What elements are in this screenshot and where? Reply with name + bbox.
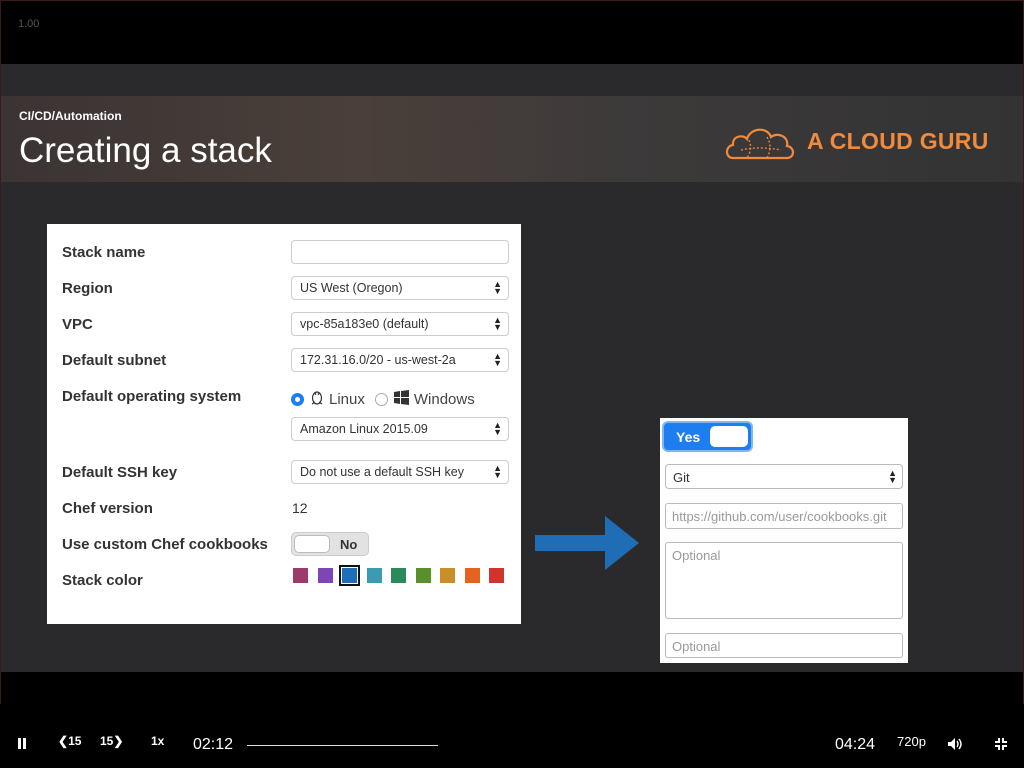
custom-cookbooks-label: Use custom Chef cookbooks bbox=[62, 536, 268, 553]
slide: CI/CD/Automation Creating a stack A CLOU… bbox=[1, 64, 1023, 672]
stack-color-swatch[interactable] bbox=[391, 568, 406, 583]
windows-label: Windows bbox=[413, 390, 475, 408]
stack-name-input[interactable] bbox=[291, 240, 509, 264]
vpc-label: VPC bbox=[62, 316, 93, 333]
playback-speed-button[interactable]: 1x bbox=[151, 734, 164, 748]
windows-icon bbox=[393, 389, 409, 409]
windows-radio[interactable] bbox=[374, 392, 388, 406]
right-arrow-icon bbox=[535, 516, 639, 570]
stack-name-label: Stack name bbox=[62, 244, 146, 261]
ssh-key-value: Do not use a default SSH key bbox=[300, 465, 464, 479]
os-image-value: Amazon Linux 2015.09 bbox=[300, 422, 428, 436]
select-arrows-icon: ▲ ▼ bbox=[493, 279, 502, 296]
chef-version-value: 12 bbox=[292, 500, 308, 516]
linux-penguin-icon bbox=[310, 389, 324, 409]
select-arrows-icon: ▲ ▼ bbox=[493, 315, 502, 332]
chevron-right-icon: ❯ bbox=[113, 734, 124, 748]
region-value: US West (Oregon) bbox=[300, 281, 403, 295]
repo-url-input[interactable]: https://github.com/user/cookbooks.git bbox=[665, 503, 903, 529]
stack-form: Stack name Region US West (Oregon) ▲ ▼ VP… bbox=[47, 224, 521, 624]
ssh-key-textarea[interactable]: Optional bbox=[665, 542, 903, 619]
select-arrows-icon: ▲ ▼ bbox=[888, 468, 897, 485]
subnet-value: 172.31.16.0/20 - us-west-2a bbox=[300, 353, 456, 367]
cookbook-settings-panel: Yes Git ▲ ▼ https://github.com/user/cookb… bbox=[660, 418, 908, 663]
toggle-knob bbox=[294, 535, 330, 553]
skip-forward-button[interactable]: 15❯ bbox=[100, 734, 123, 748]
stack-color-swatch[interactable] bbox=[339, 565, 360, 586]
vpc-select[interactable]: vpc-85a183e0 (default) ▲ ▼ bbox=[291, 312, 509, 336]
stack-color-swatch[interactable] bbox=[317, 568, 333, 583]
linux-label: Linux bbox=[329, 390, 365, 408]
chef-version-label: Chef version bbox=[62, 500, 153, 517]
slide-category: CI/CD/Automation bbox=[19, 109, 122, 123]
vpc-value: vpc-85a183e0 (default) bbox=[300, 317, 429, 331]
stack-color-label: Stack color bbox=[62, 572, 143, 589]
region-label: Region bbox=[62, 280, 113, 297]
logo-text: A CLOUD GURU bbox=[807, 127, 989, 154]
region-select[interactable]: US West (Oregon) ▲ ▼ bbox=[291, 276, 509, 300]
volume-icon[interactable] bbox=[948, 738, 964, 750]
select-arrows-icon: ▲ ▼ bbox=[493, 351, 502, 368]
linux-radio[interactable] bbox=[291, 392, 304, 406]
toggle-state: No bbox=[340, 537, 358, 552]
skip-back-button[interactable]: ❮15 bbox=[58, 734, 81, 748]
custom-cookbooks-toggle[interactable]: No bbox=[291, 532, 369, 556]
quality-button[interactable]: 720p bbox=[897, 734, 926, 749]
branch-input[interactable]: Optional bbox=[665, 633, 903, 658]
zoom-level: 1.00 bbox=[18, 18, 40, 30]
repo-type-value: Git bbox=[673, 470, 690, 485]
toggle-knob bbox=[710, 426, 748, 447]
pause-icon[interactable] bbox=[17, 738, 27, 749]
cookbooks-yes-toggle[interactable]: Yes bbox=[664, 423, 751, 450]
progress-bar[interactable] bbox=[247, 745, 438, 746]
chevron-left-icon: ❮ bbox=[58, 734, 69, 748]
stack-color-swatches bbox=[293, 565, 514, 586]
stack-color-swatch[interactable] bbox=[415, 568, 431, 583]
current-time: 02:12 bbox=[193, 736, 234, 753]
brand-logo: A CLOUD GURU bbox=[723, 118, 995, 164]
stack-color-swatch[interactable] bbox=[366, 568, 382, 583]
subnet-label: Default subnet bbox=[62, 352, 167, 369]
os-image-select[interactable]: Amazon Linux 2015.09 ▲ ▼ bbox=[291, 417, 509, 441]
stack-color-swatch[interactable] bbox=[440, 568, 455, 583]
toggle-state: Yes bbox=[676, 429, 701, 445]
duration: 04:24 bbox=[835, 736, 876, 753]
exit-fullscreen-icon[interactable] bbox=[995, 738, 1007, 750]
stack-color-swatch[interactable] bbox=[489, 568, 504, 583]
skip-forward-label: 15 bbox=[100, 734, 114, 748]
stack-color-swatch[interactable] bbox=[293, 568, 308, 583]
subnet-select[interactable]: 172.31.16.0/20 - us-west-2a ▲ ▼ bbox=[291, 348, 509, 372]
select-arrows-icon: ▲ ▼ bbox=[493, 463, 502, 480]
skip-back-label: 15 bbox=[68, 734, 82, 748]
ssh-key-label: Default SSH key bbox=[62, 464, 178, 481]
repo-type-select[interactable]: Git ▲ ▼ bbox=[665, 464, 903, 489]
select-arrows-icon: ▲ ▼ bbox=[493, 420, 502, 437]
player-controls: ❮15 15❯ 1x 02:12 04:24 720p bbox=[0, 704, 1024, 768]
slide-title: Creating a stack bbox=[19, 131, 272, 170]
stack-color-swatch[interactable] bbox=[464, 568, 480, 583]
os-radio-group: Linux Windows bbox=[291, 389, 475, 409]
os-label: Default operating system bbox=[62, 388, 242, 405]
cloud-logo-icon bbox=[725, 128, 795, 160]
ssh-key-select[interactable]: Do not use a default SSH key ▲ ▼ bbox=[291, 460, 509, 484]
